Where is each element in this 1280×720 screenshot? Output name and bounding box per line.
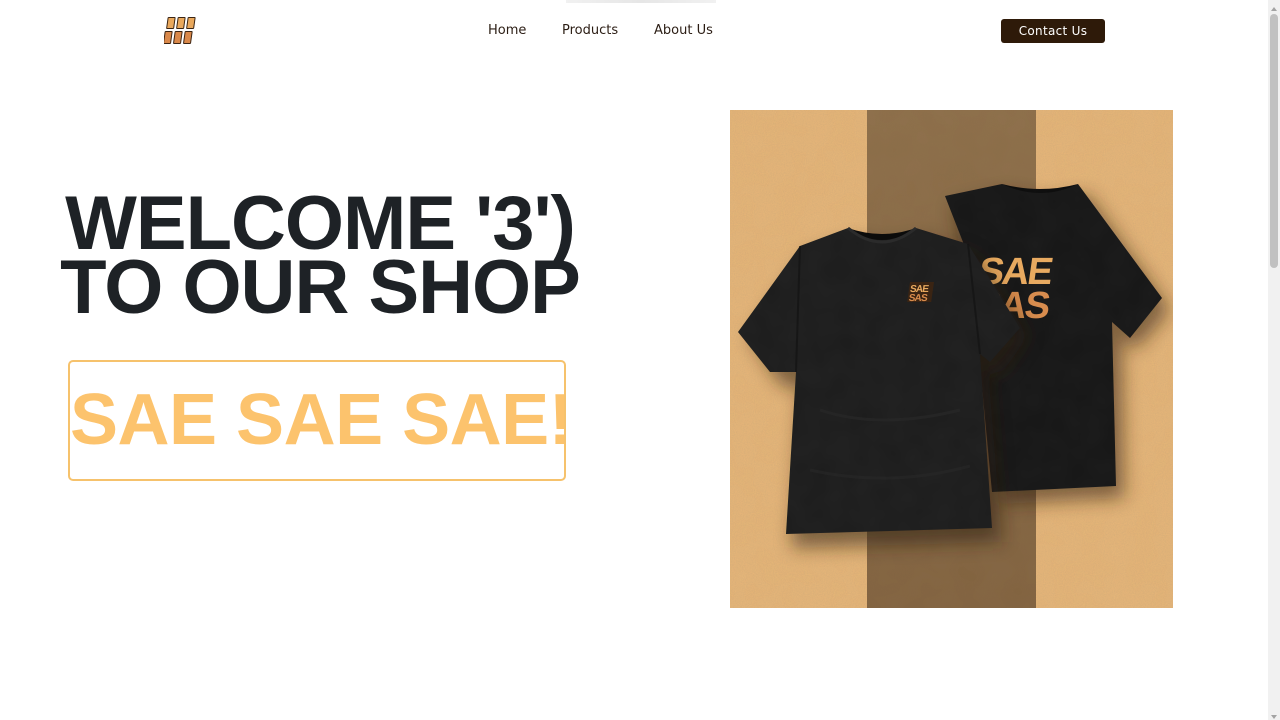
scroll-up-arrow-icon[interactable] xyxy=(1268,0,1280,12)
brand-logo-icon[interactable] xyxy=(163,15,200,47)
contact-us-button[interactable]: Contact Us xyxy=(1001,19,1105,43)
nav-home-link[interactable]: Home xyxy=(488,22,526,40)
hero-title-line-2: TO OUR SHOP xyxy=(60,245,581,330)
svg-text:SAS: SAS xyxy=(908,293,929,304)
page: Home Products About Us Contact Us WELCOM… xyxy=(0,0,1280,720)
brand-banner-text: SAE SAE SAE! xyxy=(70,380,566,460)
nav-about-link[interactable]: About Us xyxy=(654,22,713,40)
hero-title: WELCOME '3') TO OUR SHOP xyxy=(40,186,600,330)
tshirt-product-image: SAE SAS SAE SAS xyxy=(730,110,1173,608)
scroll-down-arrow-icon[interactable] xyxy=(1268,708,1280,720)
scrollbar-thumb[interactable] xyxy=(1270,14,1278,268)
brand-banner: SAE SAE SAE! xyxy=(68,360,566,481)
nav-products-link[interactable]: Products xyxy=(562,22,618,40)
nav-active-indicator xyxy=(566,0,716,3)
page-scrollbar[interactable] xyxy=(1268,0,1280,720)
